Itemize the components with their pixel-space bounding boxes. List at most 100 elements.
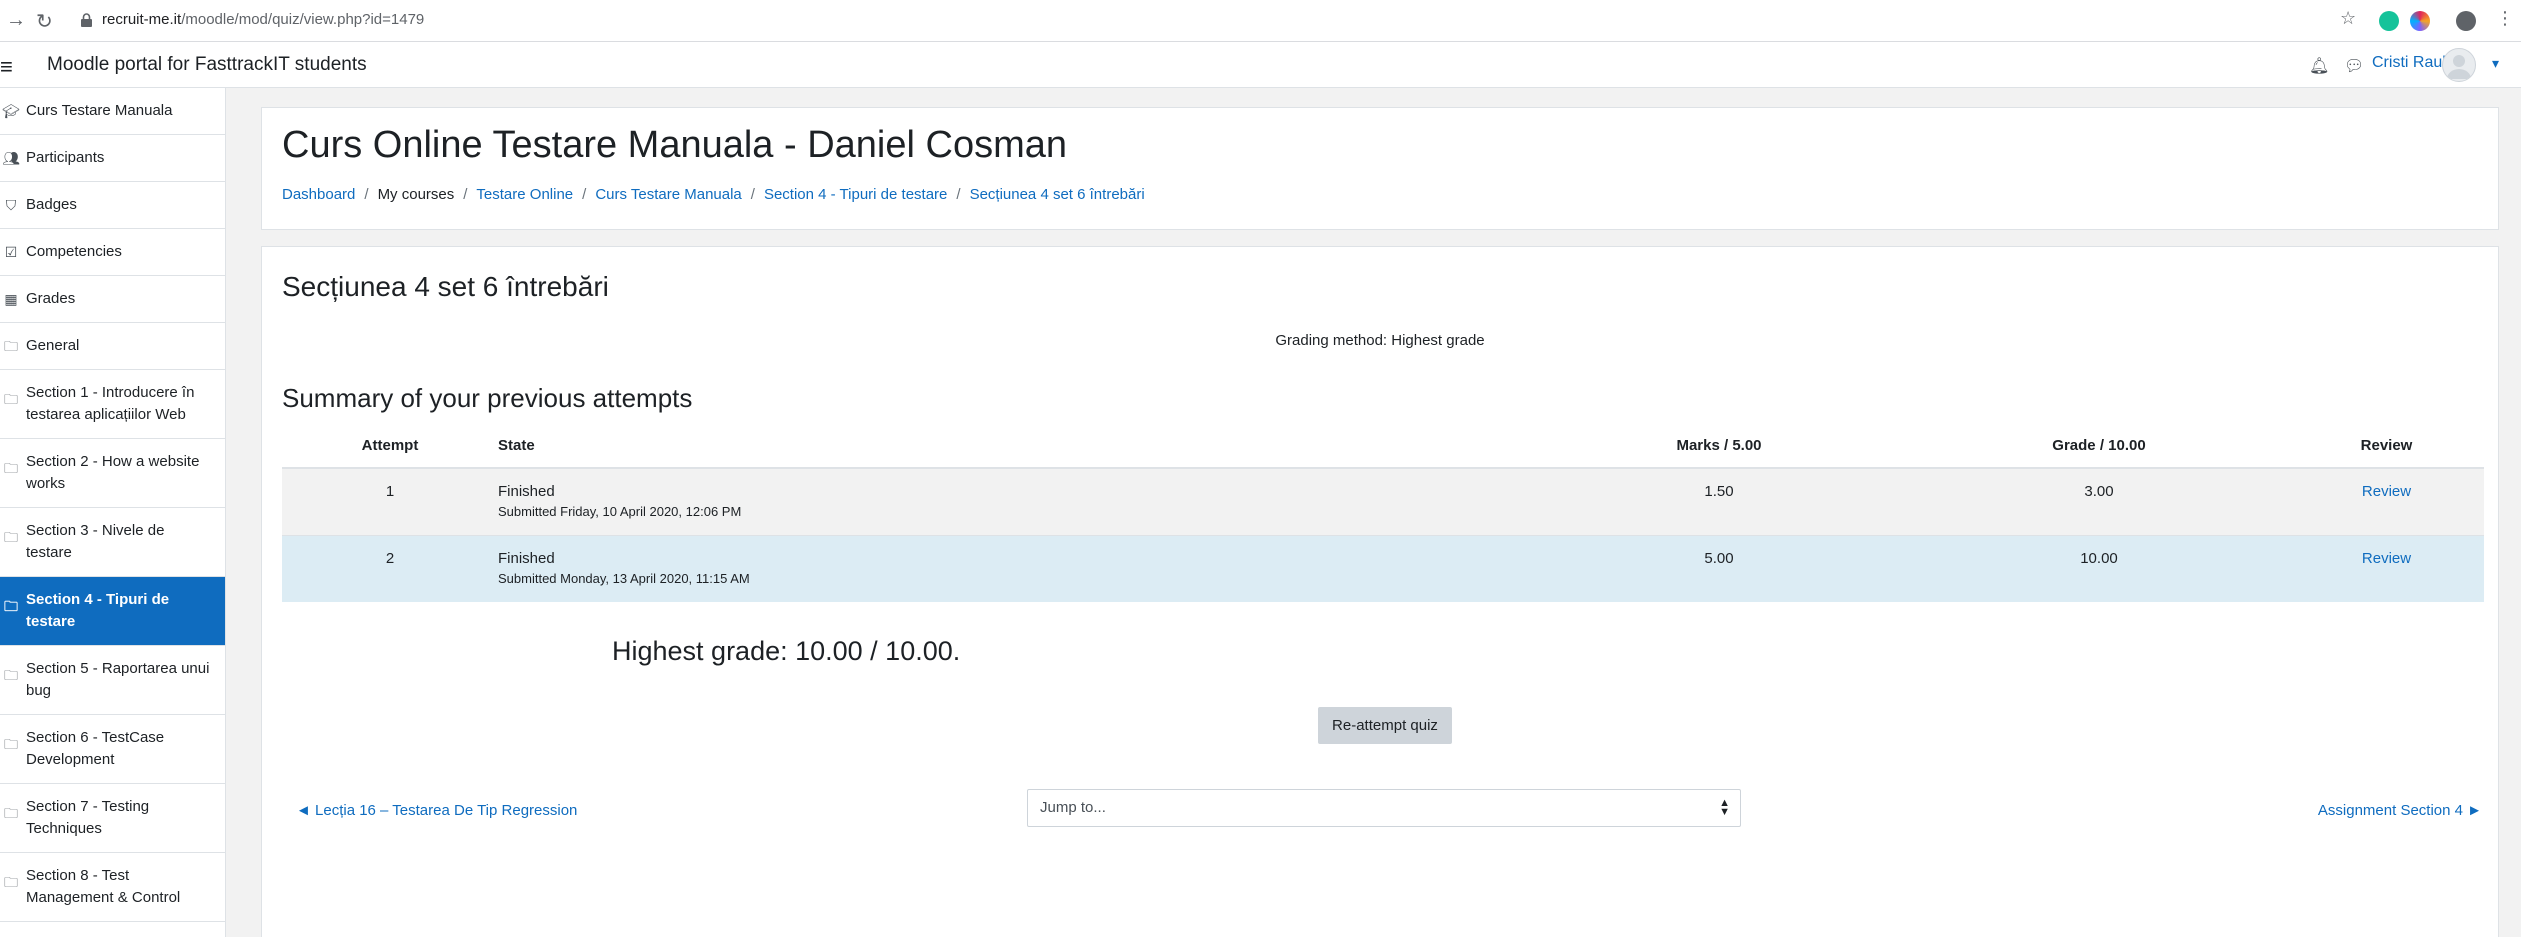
sidebar-item-label: General [26,337,80,354]
chat-icon[interactable]: 💬︎ [2344,56,2364,76]
breadcrumb-section[interactable]: Section 4 - Tipuri de testare [764,186,947,203]
review-link[interactable]: Review [2362,483,2411,500]
table-header-row: Attempt State Marks / 5.00 Grade / 10.00… [282,423,2484,469]
review-link[interactable]: Review [2362,550,2411,567]
select-arrows-icon: ▲ ▼ [1719,797,1730,818]
color-extension-icon[interactable] [2410,11,2430,31]
url-host: recruit-me.it [102,11,182,28]
chevron-down-icon[interactable]: ▾ [2492,55,2499,72]
sidebar-item-label: Section 5 - Raportarea unui bug [26,660,210,699]
sidebar-item-section-3[interactable]: 🗀 Section 3 - Nivele de testare [0,508,225,577]
reload-icon[interactable]: ↻ [36,9,53,34]
grammarly-extension-icon[interactable] [2379,11,2399,31]
attempt-state: Finished [498,550,555,567]
sidebar-item-label: Section 3 - Nivele de testare [26,522,165,561]
breadcrumb-separator: / [750,186,755,203]
column-header-review: Review [2289,423,2484,469]
breadcrumb-course[interactable]: Curs Testare Manuala [595,186,741,203]
profile-icon[interactable] [2456,11,2476,31]
attempt-submitted: Submitted Friday, 10 April 2020, 12:06 P… [498,504,742,519]
breadcrumb-my-courses: My courses [377,186,455,203]
breadcrumb-separator: / [582,186,587,203]
breadcrumb-dashboard[interactable]: Dashboard [282,186,355,203]
site-name[interactable]: Moodle portal for FasttrackIT students [47,54,367,76]
sidebar-item-competencies[interactable]: ☑ Competencies [0,229,225,276]
folder-icon: 🗀 [4,460,18,476]
highest-grade: Highest grade: 10.00 / 10.00. [612,636,961,666]
star-icon[interactable]: ☆ [2340,8,2356,29]
check-square-icon: ☑ [4,244,18,260]
sidebar-item-general[interactable]: 🗀 General [0,323,225,370]
sidebar-item-section-1[interactable]: 🗀 Section 1 - Introducere în testarea ap… [0,370,225,439]
folder-icon: 🗀 [4,874,18,890]
table-row: 1 Finished Submitted Friday, 10 April 20… [282,467,2484,536]
attempt-grade: 3.00 [2084,483,2114,500]
grading-method: Grading method: Highest grade [1275,332,1485,349]
breadcrumb: Dashboard / My courses / Testare Online / Curs… [282,186,1145,203]
table-row: 2 Finished Submitted Monday, 13 April 20… [282,535,2484,602]
quiz-content: Secțiunea 4 set 6 întrebări Grading meth… [261,246,2499,937]
attempts-table: Attempt State Marks / 5.00 Grade / 10.00… [282,423,2484,602]
top-navbar: ≡ Moodle portal for FasttrackIT students… [0,42,2521,88]
sidebar-item-badges[interactable]: ⛉ Badges [0,182,225,229]
sidebar-item-label: Competencies [26,243,122,260]
sidebar-item-label: Section 1 - Introducere în testarea apli… [26,384,195,423]
folder-icon: 🗀 [4,667,18,683]
sidebar-item-label: Section 7 - Testing Techniques [26,798,150,837]
page-header: Curs Online Testare Manuala - Daniel Cos… [261,107,2499,230]
users-icon: 👥︎ [2,150,20,166]
folder-icon: 🗀 [4,736,18,752]
previous-activity-link[interactable]: ◄ Lecția 16 – Testarea De Tip Regression [296,802,577,819]
page-title: Curs Online Testare Manuala - Daniel Cos… [282,124,1067,166]
folder-icon: 🗀 [4,529,18,545]
back-arrow-icon[interactable]: → [6,9,26,32]
folder-icon: 🗀 [4,391,18,407]
address-bar[interactable]: recruit-me.it/moodle/mod/quiz/view.php?i… [102,11,424,28]
sidebar-item-label: Section 8 - Test Management & Control [26,867,181,906]
sidebar-item-section-5[interactable]: 🗀 Section 5 - Raportarea unui bug [0,646,225,715]
sidebar-item-label: Badges [26,196,77,213]
sidebar-item-label: Participants [26,149,105,166]
sidebar-item-label: Curs Testare Manuala [26,102,173,119]
sidebar-item-section-8[interactable]: 🗀 Section 8 - Test Management & Control [0,853,225,922]
attempt-number: 1 [385,483,395,500]
graduation-cap-icon: 🎓︎ [2,103,20,119]
hamburger-menu-icon[interactable]: ≡ [0,54,13,80]
sidebar-item-section-2[interactable]: 🗀 Section 2 - How a website works [0,439,225,508]
sidebar-item-section-6[interactable]: 🗀 Section 6 - TestCase Development [0,715,225,784]
column-header-state: State [498,423,1529,469]
sidebar-item-participants[interactable]: 👥︎ Participants [0,135,225,182]
breadcrumb-testare-online[interactable]: Testare Online [476,186,573,203]
column-header-attempt: Attempt [282,423,498,469]
attempt-number: 2 [385,550,395,567]
more-menu-icon[interactable]: ⋮ [2496,8,2514,29]
avatar[interactable] [2442,48,2476,82]
user-menu-name[interactable]: Cristi Raul [2372,54,2446,72]
breadcrumb-separator: / [956,186,961,203]
next-activity-link[interactable]: Assignment Section 4 ► [2318,802,2482,819]
folder-icon: 🗀 [4,338,18,354]
jump-to-select[interactable]: Jump to... ▲ ▼ [1027,789,1741,827]
reattempt-quiz-button[interactable]: Re-attempt quiz [1318,707,1452,744]
sidebar-item-label: Section 6 - TestCase Development [26,729,165,768]
sidebar-item-course-home[interactable]: 🎓︎ Curs Testare Manuala [0,88,225,135]
breadcrumb-separator: / [463,186,468,203]
course-sidebar: 🎓︎ Curs Testare Manuala 👥︎ Participants … [0,88,226,937]
bell-icon[interactable]: 🔔︎ [2309,56,2329,76]
breadcrumb-quiz[interactable]: Secțiunea 4 set 6 întrebări [970,186,1145,203]
user-silhouette-icon [2447,55,2471,79]
sidebar-item-section-7[interactable]: 🗀 Section 7 - Testing Techniques [0,784,225,853]
sidebar-item-label: Section 2 - How a website works [26,453,200,492]
folder-icon: 🗀 [4,805,18,821]
column-header-grade: Grade / 10.00 [1909,423,2289,469]
attempt-marks: 1.50 [1704,483,1734,500]
quiz-title: Secțiunea 4 set 6 întrebări [282,271,609,302]
sidebar-item-section-4[interactable]: 🗀 Section 4 - Tipuri de testare [0,577,225,646]
column-header-marks: Marks / 5.00 [1529,423,1909,469]
jump-to-value: Jump to... [1040,799,1106,816]
sidebar-item-label: Section 4 - Tipuri de testare [26,591,170,630]
summary-heading: Summary of your previous attempts [282,383,693,413]
sidebar-item-grades[interactable]: ▦ Grades [0,276,225,323]
attempt-submitted: Submitted Monday, 13 April 2020, 11:15 A… [498,571,750,586]
shield-icon: ⛉ [5,197,17,213]
